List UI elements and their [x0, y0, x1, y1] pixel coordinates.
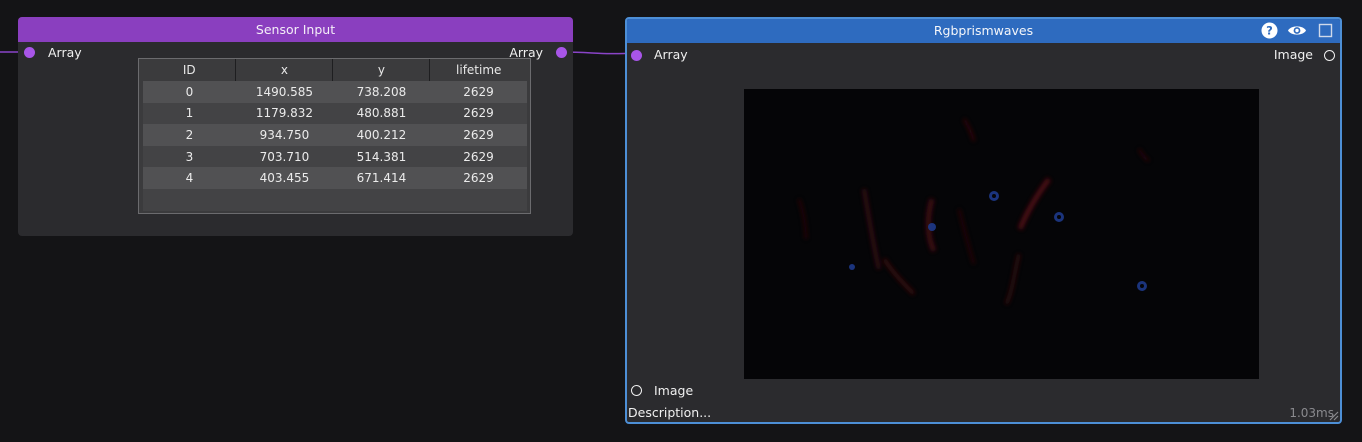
rgb-node-title: Rgbprismwaves [933, 23, 1034, 38]
resize-handle-icon[interactable] [1328, 410, 1339, 421]
rgb-node-header[interactable]: Rgbprismwaves ? [627, 19, 1340, 43]
square-icon[interactable] [1317, 22, 1334, 39]
cell-y: 671.414 [332, 167, 430, 189]
cell-lifetime: 2629 [429, 81, 527, 103]
node-graph-canvas[interactable]: Sensor Input Array Array ID x y lifetime… [0, 0, 1362, 442]
column-header-y[interactable]: y [332, 59, 431, 81]
cell-y: 480.881 [332, 102, 430, 125]
image-preview [744, 89, 1259, 379]
cell-lifetime: 2629 [429, 145, 527, 168]
rgb-image-output-label: Image [1273, 47, 1313, 62]
cell-id: 4 [143, 167, 236, 189]
rgb-image-input-port[interactable] [631, 385, 642, 396]
prism-waves-render [797, 118, 1150, 306]
cell-y: 738.208 [332, 81, 430, 103]
rgb-image-output-port[interactable] [1324, 50, 1335, 61]
cell-id: 0 [143, 81, 236, 103]
cell-y: 400.212 [332, 124, 430, 146]
svg-text:?: ? [1266, 24, 1273, 38]
rgbprismwaves-node[interactable]: Rgbprismwaves ? Array Image Image Descri… [625, 17, 1342, 424]
help-icon[interactable]: ? [1261, 22, 1278, 39]
table-row[interactable]: 3 703.710 514.381 2629 [143, 145, 527, 168]
cell-x: 703.710 [235, 145, 333, 168]
eye-icon[interactable] [1287, 22, 1307, 39]
rgb-image-input-label: Image [654, 383, 694, 398]
cell-x: 1490.585 [235, 81, 333, 103]
sensor-input-label: Array [48, 45, 82, 60]
rgb-array-input-label: Array [654, 47, 688, 62]
node-description[interactable]: Description... [628, 405, 711, 420]
column-header-lifetime[interactable]: lifetime [429, 59, 527, 81]
cell-lifetime: 2629 [429, 167, 527, 189]
sensor-output-port[interactable] [556, 47, 567, 58]
cell-x: 1179.832 [235, 102, 333, 125]
cell-x: 934.750 [235, 124, 333, 146]
table-header-row: ID x y lifetime [143, 59, 527, 81]
table-row[interactable]: 2 934.750 400.212 2629 [143, 124, 527, 146]
table-row[interactable]: 1 1179.832 480.881 2629 [143, 102, 527, 125]
sensor-input-node[interactable]: Sensor Input Array Array ID x y lifetime… [18, 17, 573, 236]
cell-id: 1 [143, 102, 236, 125]
sensor-data-table[interactable]: ID x y lifetime 0 1490.585 738.208 2629 … [138, 58, 531, 214]
rgb-array-input-port[interactable] [631, 50, 642, 61]
table-row[interactable]: 0 1490.585 738.208 2629 [143, 81, 527, 103]
column-header-x[interactable]: x [235, 59, 334, 81]
sensor-node-title[interactable]: Sensor Input [18, 17, 573, 42]
cell-lifetime: 2629 [429, 102, 527, 125]
cell-lifetime: 2629 [429, 124, 527, 146]
column-header-id[interactable]: ID [143, 59, 237, 81]
table-empty-row [143, 188, 527, 211]
cell-y: 514.381 [332, 145, 430, 168]
cell-id: 3 [143, 145, 236, 168]
sensor-input-port[interactable] [24, 47, 35, 58]
cell-x: 403.455 [235, 167, 333, 189]
cell-id: 2 [143, 124, 236, 146]
table-row[interactable]: 4 403.455 671.414 2629 [143, 167, 527, 189]
